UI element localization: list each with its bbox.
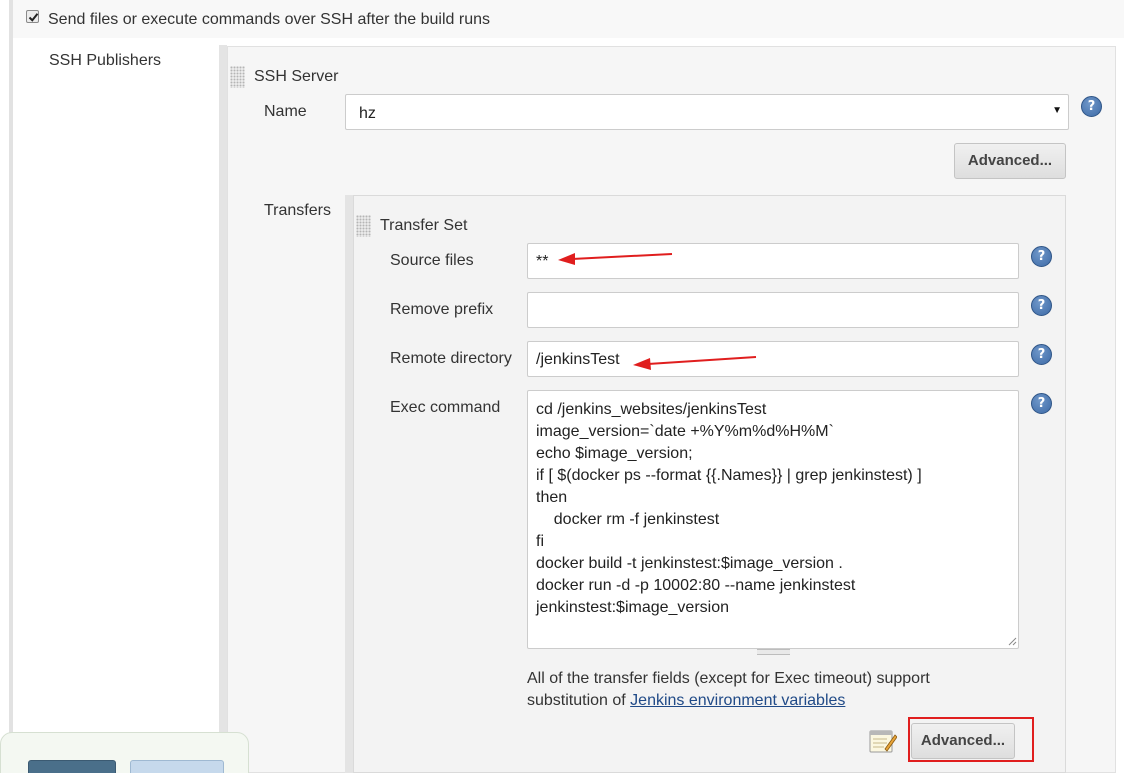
- ssh-publish-checkbox-label[interactable]: Send files or execute commands over SSH …: [48, 11, 490, 29]
- name-label: Name: [264, 103, 307, 120]
- transfers-label: Transfers: [264, 202, 331, 219]
- help-icon[interactable]: ?: [1031, 246, 1052, 267]
- remote-directory-input[interactable]: /jenkinsTest: [527, 341, 1019, 377]
- highlight-box: [908, 717, 1034, 762]
- textarea-resize-grip[interactable]: [757, 649, 790, 655]
- source-files-input[interactable]: **: [527, 243, 1019, 279]
- notepad-icon[interactable]: [867, 727, 897, 755]
- exec-command-label: Exec command: [390, 399, 501, 416]
- source-files-label: Source files: [390, 252, 474, 269]
- remove-prefix-label: Remove prefix: [390, 301, 494, 318]
- section-divider: [219, 45, 227, 773]
- left-border: [9, 0, 13, 773]
- remove-prefix-input[interactable]: [527, 292, 1019, 328]
- exec-command-textarea[interactable]: cd /jenkins_websites/jenkinsTest image_v…: [527, 390, 1019, 649]
- jenkins-post-build-ssh-config: Send files or execute commands over SSH …: [0, 0, 1124, 773]
- apply-button[interactable]: [130, 760, 224, 773]
- help-icon[interactable]: ?: [1031, 393, 1052, 414]
- help-icon[interactable]: ?: [1031, 344, 1052, 365]
- remote-directory-label: Remote directory: [390, 350, 512, 367]
- ssh-server-name-value: hz: [359, 105, 376, 122]
- ssh-publishers-label: SSH Publishers: [49, 52, 162, 69]
- transfer-fields-note: All of the transfer fields (except for E…: [527, 668, 967, 712]
- transfer-set-title: Transfer Set: [380, 217, 468, 234]
- ssh-server-name-select[interactable]: hz ▼: [345, 94, 1069, 130]
- checkmark-icon: [28, 13, 39, 22]
- help-icon[interactable]: ?: [1031, 295, 1052, 316]
- drag-handle-icon[interactable]: [356, 215, 371, 237]
- help-icon[interactable]: ?: [1081, 96, 1102, 117]
- ssh-server-advanced-button[interactable]: Advanced...: [954, 143, 1066, 179]
- drag-handle-icon[interactable]: [230, 66, 245, 88]
- ssh-publish-checkbox[interactable]: [26, 10, 39, 23]
- dropdown-arrow-icon: ▼: [1052, 105, 1062, 116]
- save-button[interactable]: [28, 760, 116, 773]
- transfers-divider: [345, 195, 353, 773]
- resize-corner-icon[interactable]: [1007, 636, 1017, 646]
- jenkins-env-vars-link[interactable]: Jenkins environment variables: [630, 692, 845, 709]
- ssh-server-title: SSH Server: [254, 68, 339, 85]
